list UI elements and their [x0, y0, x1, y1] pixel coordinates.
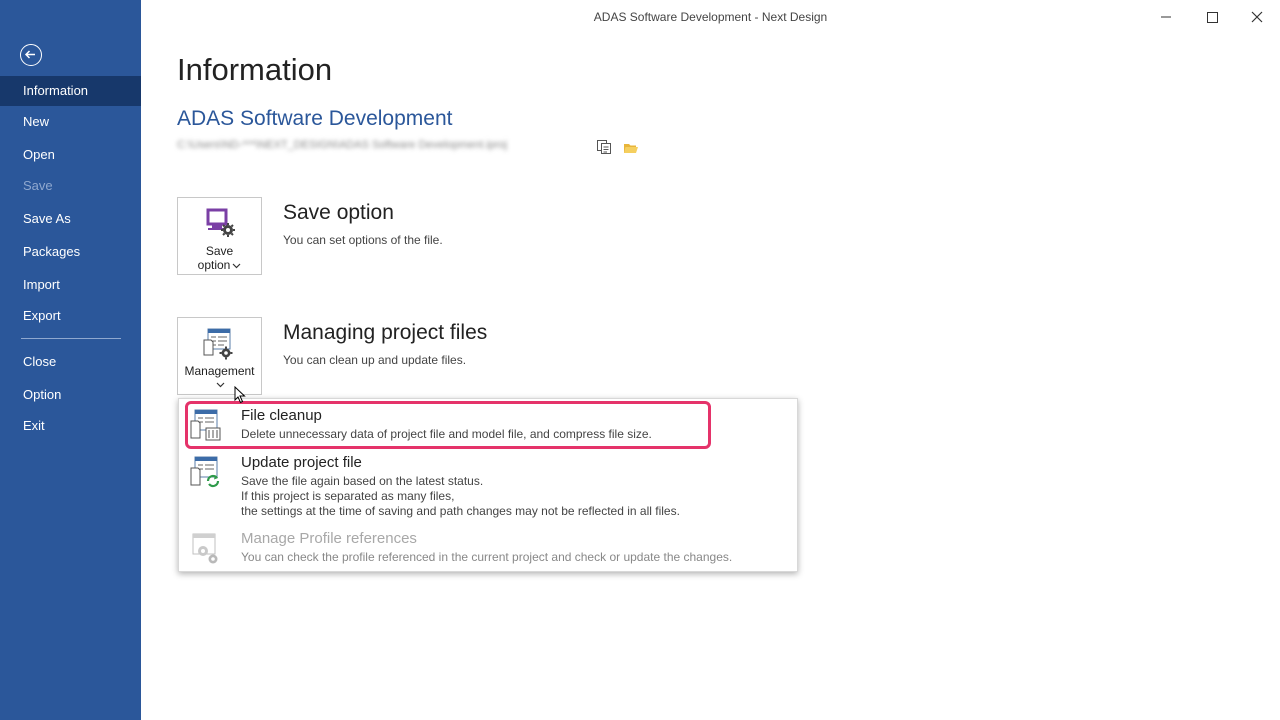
sidebar-item-exit[interactable]: Exit — [0, 411, 141, 441]
sidebar-item-import[interactable]: Import — [0, 270, 141, 300]
project-title: ADAS Software Development — [177, 107, 453, 130]
manage-profile-description: You can check the profile referenced in … — [241, 550, 733, 564]
close-icon[interactable] — [1242, 6, 1272, 28]
backstage-sidebar: Information New Open Save Save As Packag… — [0, 0, 141, 720]
save-option-label-2: option — [178, 258, 261, 272]
sidebar-item-close[interactable]: Close — [0, 347, 141, 377]
menu-item-update-project-file[interactable]: Update project file Save the file again … — [179, 453, 797, 523]
mouse-cursor-icon — [234, 386, 246, 404]
project-path: C:\Users\ND-***\NEXT_DESIGN\ADAS Softwar… — [177, 139, 508, 151]
chevron-down-icon — [216, 382, 225, 388]
update-project-file-title: Update project file — [241, 454, 362, 471]
maximize-icon[interactable] — [1197, 6, 1227, 28]
highlight-box — [185, 401, 711, 449]
back-arrow-icon[interactable] — [20, 44, 42, 66]
sidebar-item-export[interactable]: Export — [0, 301, 141, 331]
sidebar-item-information[interactable]: Information — [0, 76, 141, 106]
update-project-file-icon — [190, 456, 220, 488]
minimize-icon[interactable] — [1151, 6, 1181, 28]
copy-path-icon[interactable] — [596, 139, 612, 160]
sidebar-item-packages[interactable]: Packages — [0, 237, 141, 267]
sidebar-item-new[interactable]: New — [0, 107, 141, 137]
manage-profile-title: Manage Profile references — [241, 530, 417, 547]
save-option-title: Save option — [283, 201, 394, 224]
open-folder-icon[interactable] — [623, 141, 639, 159]
sidebar-divider — [21, 338, 121, 339]
manage-profile-icon — [192, 533, 218, 564]
title-bar: ADAS Software Development - Next Design — [141, 0, 1280, 34]
management-label: Management — [184, 364, 255, 378]
page-title: Information — [177, 52, 333, 87]
menu-item-manage-profile-references: Manage Profile references You can check … — [179, 529, 797, 571]
managing-files-description: You can clean up and update files. — [283, 353, 467, 367]
save-option-icon — [206, 208, 235, 237]
sidebar-item-save: Save — [23, 178, 53, 193]
chevron-down-icon — [232, 263, 241, 269]
update-project-file-description-1: Save the file again based on the latest … — [241, 474, 484, 488]
managing-files-title: Managing project files — [283, 321, 488, 344]
window-title: ADAS Software Development - Next Design — [593, 10, 828, 24]
sidebar-item-option[interactable]: Option — [0, 380, 141, 410]
update-project-file-description-2: If this project is separated as many fil… — [241, 489, 455, 503]
management-icon — [203, 328, 233, 360]
sidebar-item-save-as[interactable]: Save As — [0, 204, 141, 234]
management-button[interactable]: Management — [177, 317, 262, 395]
save-option-description: You can set options of the file. — [283, 233, 443, 247]
sidebar-item-open[interactable]: Open — [0, 140, 141, 170]
save-option-button[interactable]: Save option — [177, 197, 262, 275]
save-option-label-1: Save — [205, 244, 234, 258]
update-project-file-description-3: the settings at the time of saving and p… — [241, 504, 680, 518]
